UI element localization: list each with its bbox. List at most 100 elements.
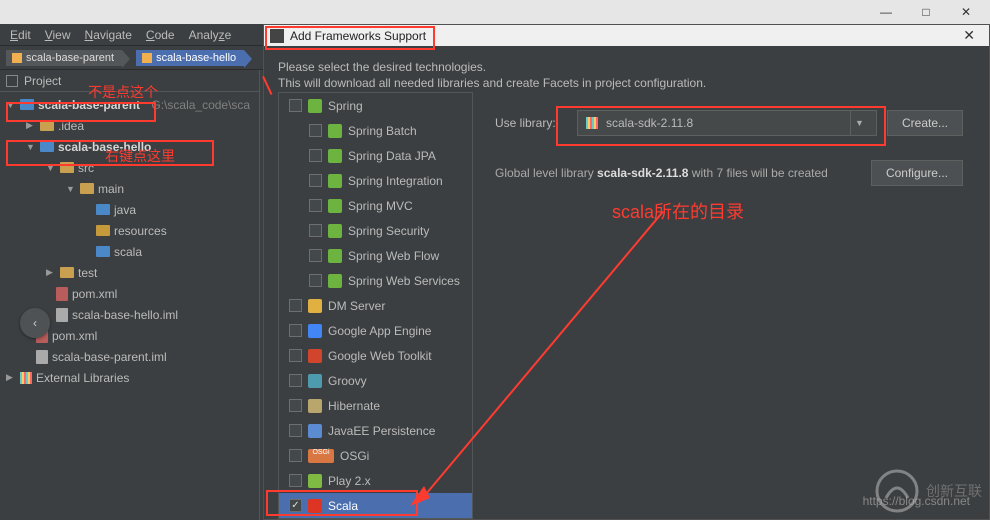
framework-item-google-app-engine[interactable]: Google App Engine [279, 318, 472, 343]
configure-button[interactable]: Configure... [871, 160, 963, 186]
tree-idea[interactable]: ▶.idea [0, 115, 259, 136]
tree-ext[interactable]: ▶External Libraries [0, 367, 259, 388]
framework-label: Play 2.x [328, 474, 371, 488]
framework-label: Spring Integration [348, 174, 443, 188]
menu-navigate[interactable]: Navigate [79, 28, 138, 42]
tree-test[interactable]: ▶test [0, 262, 259, 283]
framework-item-google-web-toolkit[interactable]: Google Web Toolkit [279, 343, 472, 368]
watermark-logo: 创新互联 [874, 468, 982, 514]
checkbox[interactable] [309, 199, 322, 212]
checkbox[interactable] [309, 274, 322, 287]
checkbox[interactable] [309, 224, 322, 237]
menu-analyze[interactable]: Analyze [183, 28, 238, 42]
framework-label: Spring Web Flow [348, 249, 439, 263]
framework-list[interactable]: Spring Spring Batch Spring Data JPA Spring … [278, 92, 473, 519]
framework-label: DM Server [328, 299, 385, 313]
module-icon [40, 141, 54, 152]
framework-label: Hibernate [328, 399, 380, 413]
framework-item-spring[interactable]: Spring [279, 93, 472, 118]
framework-icon [328, 199, 342, 213]
framework-item-spring-web-flow[interactable]: Spring Web Flow [279, 243, 472, 268]
framework-icon [328, 149, 342, 163]
framework-icon: OSGi [308, 449, 334, 463]
framework-icon [328, 124, 342, 138]
add-frameworks-dialog: Add Frameworks Support ✕ Please select t… [263, 24, 990, 520]
create-button[interactable]: Create... [887, 110, 963, 136]
framework-item-groovy[interactable]: Groovy [279, 368, 472, 393]
menu-view[interactable]: View [39, 28, 77, 42]
dialog-icon [270, 29, 284, 43]
checkbox[interactable] [289, 499, 302, 512]
framework-item-play-2-x[interactable]: Play 2.x [279, 468, 472, 493]
checkbox[interactable] [289, 399, 302, 412]
framework-item-hibernate[interactable]: Hibernate [279, 393, 472, 418]
dialog-close[interactable]: ✕ [955, 27, 983, 44]
tree-hello[interactable]: ▼scala-base-hello [0, 136, 259, 157]
checkbox[interactable] [289, 99, 302, 112]
checkbox[interactable] [309, 249, 322, 262]
crumb-parent[interactable]: scala-base-parent [6, 50, 122, 66]
framework-item-scala[interactable]: Scala [279, 493, 472, 518]
window-close[interactable]: ✕ [946, 1, 986, 23]
folder-icon [60, 267, 74, 278]
menu-edit[interactable]: Edit [4, 28, 37, 42]
framework-icon [308, 424, 322, 438]
window-maximize[interactable]: □ [906, 1, 946, 23]
crumb-hello[interactable]: scala-base-hello [136, 50, 244, 66]
framework-label: Scala [328, 499, 358, 513]
framework-icon [308, 324, 322, 338]
checkbox[interactable] [289, 324, 302, 337]
framework-label: Groovy [328, 374, 367, 388]
checkbox[interactable] [289, 374, 302, 387]
framework-item-spring-integration[interactable]: Spring Integration [279, 168, 472, 193]
checkbox[interactable] [289, 349, 302, 362]
checkbox[interactable] [289, 424, 302, 437]
checkbox[interactable] [289, 474, 302, 487]
framework-label: OSGi [340, 449, 369, 463]
framework-icon [328, 224, 342, 238]
checkbox[interactable] [309, 174, 322, 187]
tree-src[interactable]: ▼src [0, 157, 259, 178]
tree-scala[interactable]: scala [0, 241, 259, 262]
dropdown-icon[interactable]: ▼ [850, 111, 868, 135]
folder-icon [60, 162, 74, 173]
project-panel: Project ▼scala-base-parent G:\scala_code… [0, 70, 260, 520]
tree-main[interactable]: ▼main [0, 178, 259, 199]
checkbox[interactable] [309, 124, 322, 137]
project-header[interactable]: Project [0, 70, 259, 92]
checkbox[interactable] [309, 149, 322, 162]
src-folder-icon [96, 204, 110, 215]
checkbox[interactable] [289, 299, 302, 312]
project-icon [6, 75, 18, 87]
tree-iml-parent[interactable]: scala-base-parent.iml [0, 346, 259, 367]
dialog-titlebar: Add Frameworks Support ✕ [264, 25, 989, 46]
back-button[interactable]: ‹ [20, 308, 50, 338]
library-value: scala-sdk-2.11.8 [606, 116, 693, 130]
checkbox[interactable] [289, 449, 302, 462]
framework-label: Spring Security [348, 224, 429, 238]
framework-label: Spring Batch [348, 124, 417, 138]
library-select[interactable]: scala-sdk-2.11.8 ▼ [577, 110, 877, 136]
library-icon [20, 372, 32, 384]
dialog-title-text: Add Frameworks Support [290, 29, 426, 43]
tree-root[interactable]: ▼scala-base-parent G:\scala_code\sca [0, 94, 259, 115]
tree-resources[interactable]: resources [0, 220, 259, 241]
menu-code[interactable]: Code [140, 28, 181, 42]
library-icon [586, 117, 598, 129]
framework-item-spring-security[interactable]: Spring Security [279, 218, 472, 243]
framework-item-dm-server[interactable]: DM Server [279, 293, 472, 318]
tree-pom[interactable]: pom.xml [0, 283, 259, 304]
framework-item-spring-data-jpa[interactable]: Spring Data JPA [279, 143, 472, 168]
framework-label: Spring [328, 99, 363, 113]
framework-item-spring-mvc[interactable]: Spring MVC [279, 193, 472, 218]
window-minimize[interactable]: — [866, 1, 906, 23]
tree-java[interactable]: java [0, 199, 259, 220]
framework-config: Use library: scala-sdk-2.11.8 ▼ Create..… [473, 98, 989, 519]
framework-item-spring-web-services[interactable]: Spring Web Services [279, 268, 472, 293]
framework-item-spring-batch[interactable]: Spring Batch [279, 118, 472, 143]
framework-item-osgi[interactable]: OSGi OSGi [279, 443, 472, 468]
framework-item-javaee-persistence[interactable]: JavaEE Persistence [279, 418, 472, 443]
framework-icon [328, 174, 342, 188]
folder-icon [40, 120, 54, 131]
framework-icon [308, 499, 322, 513]
